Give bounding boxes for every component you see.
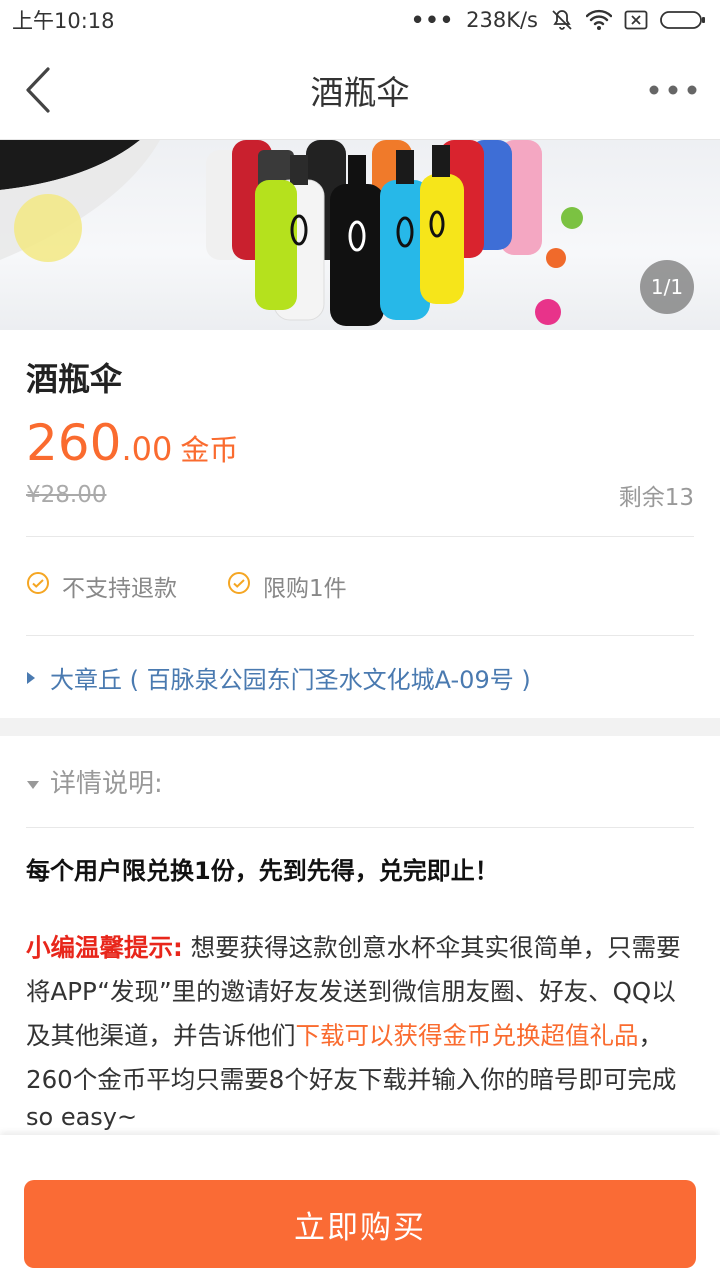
mute-bell-icon [550,8,574,32]
product-image-carousel[interactable]: 1/1 [0,140,720,330]
price-unit: 金币 [180,433,239,467]
check-circle-icon [227,571,251,601]
bottom-action-bar: 立即购买 [0,1135,720,1280]
price-subrow: ¥28.00 剩余13 [26,478,694,512]
status-bar: 上午10:18 ••• 238K/s [0,0,720,40]
tip-label: 小编温馨提示: [26,933,183,962]
check-circle-icon [26,571,50,601]
tag-no-refund: 不支持退款 [26,569,177,603]
more-options-icon[interactable] [648,83,698,97]
tip-tail: so easy~ [26,1103,138,1131]
exchange-rule: 每个用户限兑换1份，先到先得，兑完即止！ [26,857,499,885]
tag-label: 限购1件 [263,576,347,602]
battery-icon [660,10,706,30]
product-image [0,140,583,326]
details-toggle[interactable]: 详情说明: [26,736,694,828]
buy-now-button[interactable]: 立即购买 [24,1180,696,1268]
tip-highlight: 下载可以获得金币兑换超值礼品 [295,1021,639,1050]
page-title: 酒瓶伞 [310,72,410,112]
price-integer: 260 [26,414,122,472]
product-info: 酒瓶伞 260 .00 金币 ¥28.00 剩余13 不支持退款 限购1件 大章… [0,354,720,718]
stock-remaining: 剩余13 [618,485,694,511]
status-icons: ••• 238K/s [411,8,706,32]
back-arrow-icon[interactable] [22,65,54,115]
price-decimal: .00 [121,430,173,468]
triangle-right-icon [26,663,36,691]
price: 260 .00 金币 [26,414,694,472]
store-address: 大章丘 ( 百脉泉公园东门圣水文化城A-09号 ) [50,665,531,694]
signal-dots: ••• [410,8,455,32]
triangle-down-icon [26,767,40,797]
status-time: 上午10:18 [12,9,115,33]
tag-label: 不支持退款 [62,576,177,602]
sim-off-icon [624,10,648,30]
original-price: ¥28.00 [26,482,107,508]
policy-tags: 不支持退款 限购1件 [26,537,694,635]
image-pager-indicator: 1/1 [640,260,694,314]
store-address-link[interactable]: 大章丘 ( 百脉泉公园东门圣水文化城A-09号 ) [26,636,694,718]
product-name: 酒瓶伞 [26,360,123,398]
nav-bar: 酒瓶伞 [0,40,720,140]
wifi-icon [586,9,612,31]
section-separator [0,718,720,736]
details-header: 详情说明: [50,769,163,799]
tag-purchase-limit: 限购1件 [227,569,347,603]
tip-paragraph: 小编温馨提示: 想要获得这款创意水杯伞其实很简单，只需要将APP“发现”里的邀请… [26,926,694,1102]
network-speed: 238K/s [466,8,538,32]
details-section: 详情说明: 每个用户限兑换1份，先到先得，兑完即止！ 小编温馨提示: 想要获得这… [0,736,720,1132]
